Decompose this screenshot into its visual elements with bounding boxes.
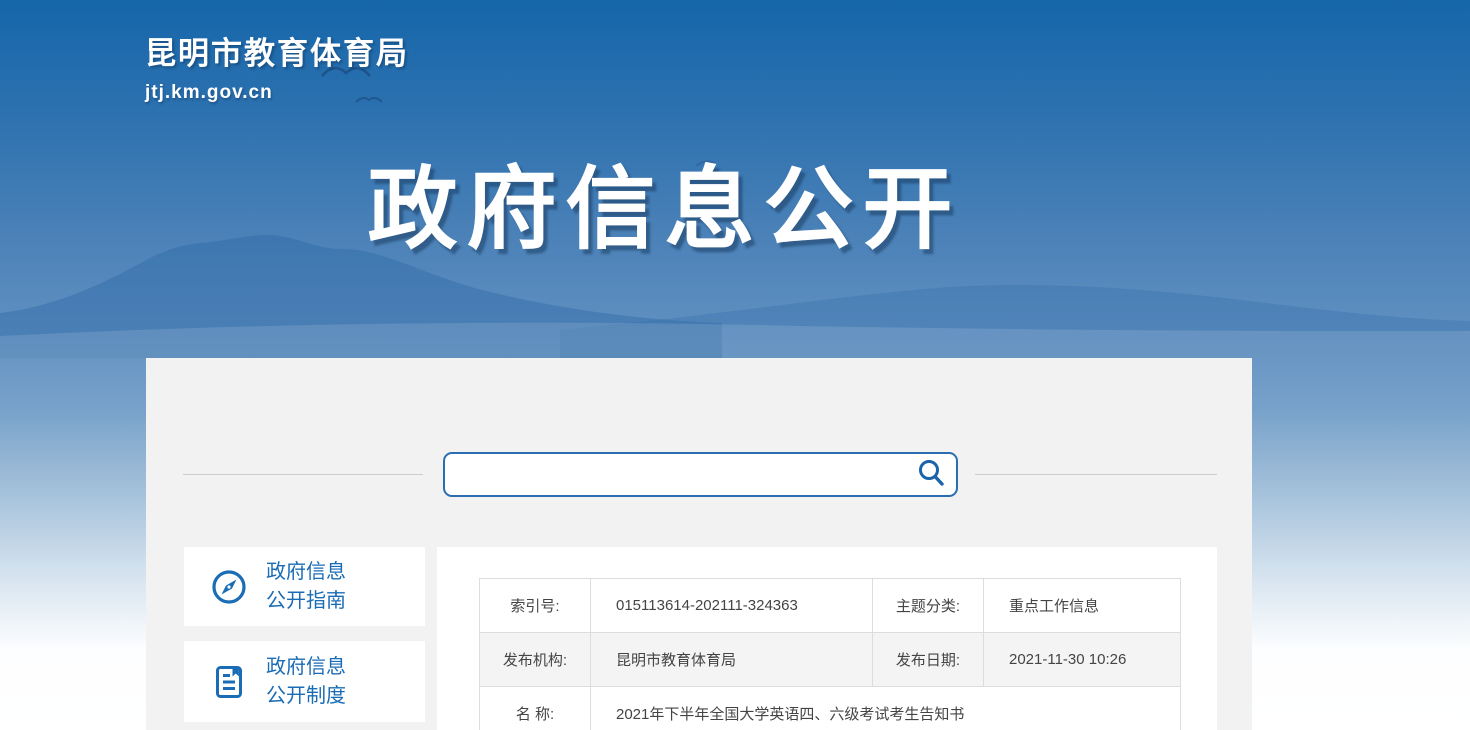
- table-row: 名 称: 2021年下半年全国大学英语四、六级考试考生告知书: [480, 687, 1181, 730]
- document-icon: [209, 662, 249, 702]
- title-label: 名 称:: [480, 687, 591, 730]
- search-box: [443, 452, 958, 497]
- page-title: 政府信息公开: [359, 136, 962, 266]
- article-detail-card: 索引号: 015113614-202111-324363 主题分类: 重点工作信…: [437, 547, 1217, 730]
- sidebar-item-gov-info-guide[interactable]: 政府信息 公开指南: [184, 547, 425, 626]
- site-domain: jtj.km.gov.cn: [145, 82, 409, 104]
- content-panel: 政府信息 公开指南 政府信息 公开制度 索引号: 01511: [146, 358, 1252, 730]
- sidebar-item-gov-info-system[interactable]: 政府信息 公开制度: [184, 641, 425, 722]
- page: { "site": { "name": "昆明市教育体育局", "domain"…: [0, 0, 1470, 730]
- topic-category-value: 重点工作信息: [984, 579, 1181, 633]
- sidebar-item-label: 政府信息 公开指南: [266, 558, 346, 616]
- publisher-label: 发布机构:: [480, 633, 591, 687]
- site-logo[interactable]: 昆明市教育体育局 jtj.km.gov.cn: [145, 28, 409, 104]
- hero-banner: 昆明市教育体育局 jtj.km.gov.cn 政府信息公开: [0, 0, 1470, 358]
- index-number-value: 015113614-202111-324363: [591, 579, 873, 633]
- sidebar-item-label: 政府信息 公开制度: [266, 653, 346, 711]
- compass-icon: [209, 567, 249, 607]
- publisher-value: 昆明市教育体育局: [591, 633, 873, 687]
- search-divider-left: [183, 474, 423, 475]
- topic-category-label: 主题分类:: [873, 579, 984, 633]
- search-divider-right: [975, 474, 1217, 475]
- site-name: 昆明市教育体育局: [145, 28, 409, 73]
- index-number-label: 索引号:: [480, 579, 591, 633]
- title-value: 2021年下半年全国大学英语四、六级考试考生告知书: [591, 687, 1181, 730]
- table-row: 索引号: 015113614-202111-324363 主题分类: 重点工作信…: [480, 579, 1181, 633]
- publish-date-value: 2021-11-30 10:26: [984, 633, 1181, 687]
- table-row: 发布机构: 昆明市教育体育局 发布日期: 2021-11-30 10:26: [480, 633, 1181, 687]
- article-meta-table: 索引号: 015113614-202111-324363 主题分类: 重点工作信…: [479, 578, 1181, 730]
- publish-date-label: 发布日期:: [873, 633, 984, 687]
- search-button[interactable]: [906, 454, 956, 495]
- search-icon: [916, 458, 946, 491]
- search-input[interactable]: [445, 454, 906, 495]
